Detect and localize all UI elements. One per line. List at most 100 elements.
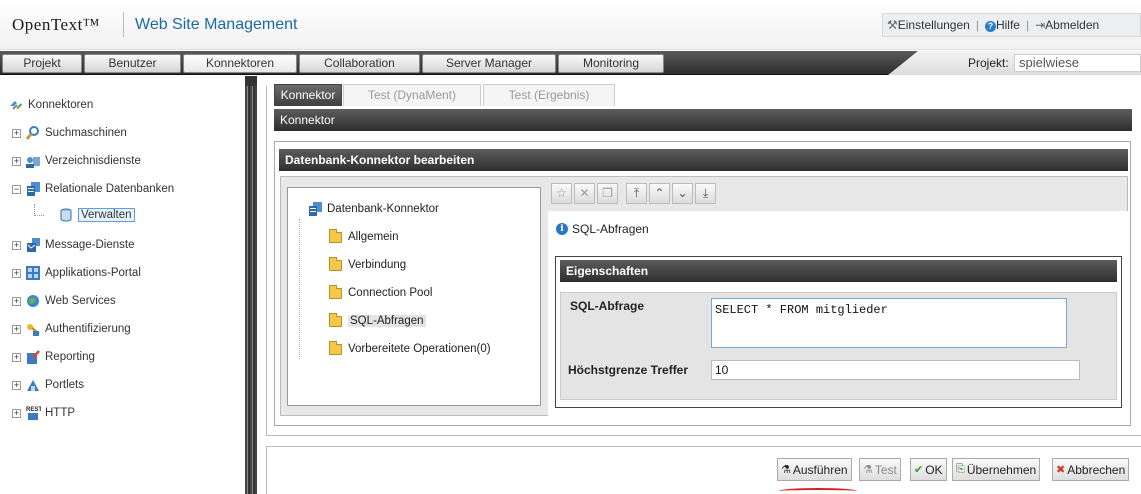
sidebar-item-authentifizierung[interactable]: + Authentifizierung xyxy=(12,319,131,339)
tree-item-verbindung[interactable]: Verbindung xyxy=(329,256,406,271)
nav-tab-server-manager[interactable]: Server Manager xyxy=(422,54,556,73)
panel-header: Datenbank-Konnektor bearbeiten xyxy=(279,149,1128,171)
main-nav: Projekt Benutzer Konnektoren Collaborati… xyxy=(0,51,1141,75)
properties-header: Eigenschaften xyxy=(560,260,1117,282)
tree-item-sql-abfragen[interactable]: SQL-Abfragen xyxy=(329,312,426,327)
sidebar-tree: Konnektoren + Suchmaschinen + Verzeichni… xyxy=(0,86,245,494)
sidebar-item-web-services[interactable]: + Web Services xyxy=(12,291,116,311)
tree-item-allgemein[interactable]: Allgemein xyxy=(329,228,399,243)
directory-icon xyxy=(25,153,41,169)
sidebar-item-reporting[interactable]: + Reporting xyxy=(12,347,95,367)
project-input[interactable]: spielwiese xyxy=(1014,54,1141,72)
logout-icon: ⇥ xyxy=(1035,18,1046,32)
key-icon xyxy=(25,321,41,337)
header-links: ⚒Einstellungen | ? Hilfe | ⇥Abmelden xyxy=(882,13,1141,37)
expand-icon[interactable]: + xyxy=(12,380,21,390)
tree-connector-line xyxy=(34,204,44,216)
sidebar-item-verwalten[interactable]: Verwalten xyxy=(34,204,135,225)
move-up-icon[interactable]: ⌃ xyxy=(649,183,670,204)
sidebar-item-verzeichnisdienste[interactable]: + Verzeichnisdienste xyxy=(12,151,141,171)
database-icon xyxy=(307,201,323,217)
link-separator: | xyxy=(975,18,979,32)
sidebar-item-http[interactable]: + REST HTTP xyxy=(12,403,75,423)
execute-button[interactable]: ⚗ Ausführen xyxy=(777,458,852,481)
flask-icon: ⚗ xyxy=(781,464,791,476)
folder-icon xyxy=(329,284,342,299)
ok-button[interactable]: ✔ OK xyxy=(910,458,947,481)
nav-tab-benutzer[interactable]: Benutzer xyxy=(84,54,181,73)
brand-divider xyxy=(123,12,124,37)
connectors-icon xyxy=(8,97,24,113)
tab-konnektor[interactable]: Konnektor xyxy=(274,84,342,106)
expand-icon[interactable]: + xyxy=(12,240,21,250)
logout-link[interactable]: ⇥Abmelden xyxy=(1035,18,1099,32)
project-label: Projekt: xyxy=(968,56,1009,70)
tab-test-ergebnis[interactable]: Test (Ergebnis) xyxy=(483,84,615,106)
collapse-icon[interactable]: − xyxy=(12,184,21,194)
portal-icon xyxy=(25,265,41,281)
sql-label: SQL-Abfrage xyxy=(570,299,645,313)
link-separator: | xyxy=(1025,18,1030,32)
tab-test-dynament[interactable]: Test (DynaMent) xyxy=(343,84,481,106)
top-bar: OpenText™ Web Site Management ⚒Einstellu… xyxy=(0,0,1141,50)
star-icon[interactable]: ☆ xyxy=(551,183,572,204)
red-annotation-stroke xyxy=(779,488,857,494)
splitter-top xyxy=(245,76,257,86)
sidebar-item-relationale-datenbanken[interactable]: − Relationale Datenbanken xyxy=(12,179,174,199)
sidebar-item-message-dienste[interactable]: + Message-Dienste xyxy=(12,235,134,255)
folder-icon xyxy=(329,312,342,327)
sql-query-field[interactable]: SELECT * FROM mitglieder xyxy=(711,298,1067,348)
limit-label: Höchstgrenze Treffer xyxy=(568,363,689,377)
rest-icon: REST xyxy=(25,405,42,421)
move-down-icon[interactable]: ⌄ xyxy=(672,183,693,204)
expand-icon[interactable]: + xyxy=(12,408,21,418)
cancel-icon: ✖ xyxy=(1056,464,1066,476)
apply-button[interactable]: ⎘ Übernehmen xyxy=(952,458,1041,481)
nav-tab-projekt[interactable]: Projekt xyxy=(2,54,82,73)
expand-icon[interactable]: + xyxy=(12,156,21,166)
app-title: Web Site Management xyxy=(135,16,298,33)
tree-root-db-connector[interactable]: Datenbank-Konnektor xyxy=(307,201,439,217)
nav-tab-monitoring[interactable]: Monitoring xyxy=(558,54,664,73)
section-header: Konnektor xyxy=(274,109,1132,131)
brand-logo: OpenText™ xyxy=(12,15,100,34)
tree-item-vorbereitete-operationen[interactable]: Vorbereitete Operationen(0) xyxy=(329,340,491,355)
tree-guide-line xyxy=(299,219,300,359)
expand-icon[interactable]: + xyxy=(12,268,21,278)
expand-icon[interactable]: + xyxy=(12,352,21,362)
apply-icon: ⎘ xyxy=(956,463,965,475)
sidebar-item-applikations-portal[interactable]: + Applikations-Portal xyxy=(12,263,141,283)
move-bottom-icon[interactable]: ⤓ xyxy=(695,183,716,204)
help-icon: ? xyxy=(984,21,996,32)
database-icon xyxy=(25,181,41,197)
tree-toolbar: ☆ ✕ ❐ ⤒ ⌃ ⌄ ⤓ xyxy=(551,183,716,207)
folder-icon xyxy=(329,340,342,355)
sidebar-item-suchmaschinen[interactable]: + Suchmaschinen xyxy=(12,123,127,143)
tree-item-connection-pool[interactable]: Connection Pool xyxy=(329,284,432,299)
detail-title: i SQL-Abfragen xyxy=(556,222,649,236)
cancel-button[interactable]: ✖ Abbrechen xyxy=(1052,458,1130,481)
flask-icon: ⚗ xyxy=(863,464,873,476)
manage-db-icon xyxy=(58,207,74,223)
limit-field[interactable]: 10 xyxy=(711,360,1080,380)
expand-icon[interactable]: + xyxy=(12,324,21,334)
svg-text:REST: REST xyxy=(26,407,41,413)
sidebar-item-portlets[interactable]: + Portlets xyxy=(12,375,84,395)
info-icon: i xyxy=(556,223,568,235)
nav-tab-collaboration[interactable]: Collaboration xyxy=(299,54,420,73)
sidebar-splitter[interactable] xyxy=(245,86,257,494)
nav-tab-konnektoren[interactable]: Konnektoren xyxy=(183,54,297,73)
delete-icon[interactable]: ✕ xyxy=(574,183,595,204)
tree-root-konnektoren[interactable]: Konnektoren xyxy=(8,95,93,115)
message-icon xyxy=(25,237,41,253)
copy-icon[interactable]: ❐ xyxy=(597,183,618,204)
expand-icon[interactable]: + xyxy=(12,128,21,138)
globe-icon xyxy=(25,293,41,309)
settings-link[interactable]: ⚒Einstellungen xyxy=(887,18,970,32)
test-button[interactable]: ⚗ Test xyxy=(859,458,901,481)
expand-icon[interactable]: + xyxy=(12,296,21,306)
check-icon: ✔ xyxy=(914,464,924,476)
tools-icon: ⚒ xyxy=(887,18,898,32)
help-link[interactable]: ? Hilfe xyxy=(984,18,1020,32)
move-top-icon[interactable]: ⤒ xyxy=(626,183,647,204)
